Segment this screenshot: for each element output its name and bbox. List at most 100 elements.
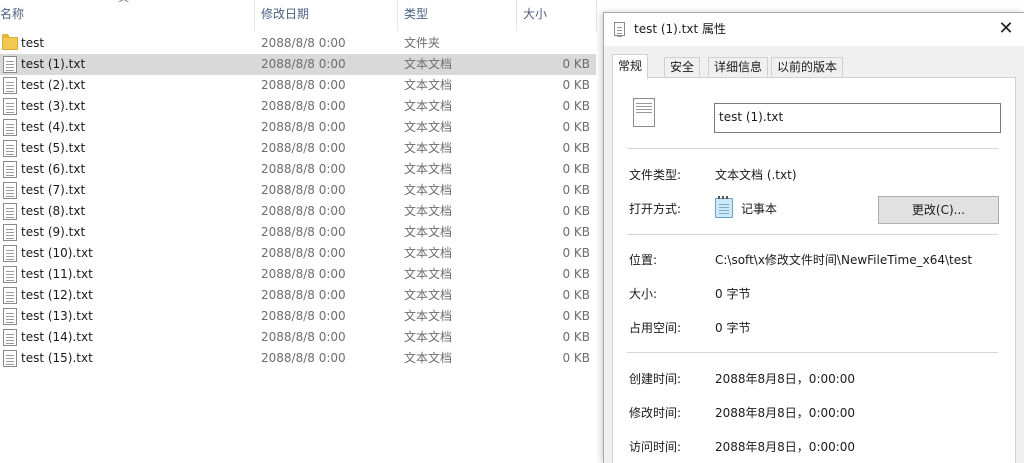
file-explorer-list: 名称 ^ 修改日期 类型 大小 test 2088/8/8 0:00 文件夹 test… xyxy=(0,0,600,463)
file-type: 文本文档 xyxy=(404,183,453,197)
file-type: 文本文档 xyxy=(404,309,453,323)
folder-icon xyxy=(2,34,18,50)
text-file-icon xyxy=(3,140,17,157)
file-row[interactable]: test (7).txt 2088/8/8 0:00 文本文档 0 KB xyxy=(0,180,600,201)
file-type: 文件夹 xyxy=(404,36,441,50)
file-name: test (8).txt xyxy=(21,204,86,218)
text-file-icon xyxy=(3,161,17,178)
column-header-date[interactable]: 修改日期 xyxy=(255,0,398,31)
tab-previous-versions[interactable]: 以前的版本 xyxy=(771,57,844,78)
file-date: 2088/8/8 0:00 xyxy=(261,183,346,197)
file-name: test (5).txt xyxy=(21,141,86,155)
column-header-size[interactable]: 大小 xyxy=(517,0,597,31)
file-type: 文本文档 xyxy=(404,78,453,92)
file-size: 0 KB xyxy=(562,288,590,302)
file-type-value: 文本文档 (.txt) xyxy=(715,168,797,182)
file-date: 2088/8/8 0:00 xyxy=(261,120,346,134)
text-file-icon xyxy=(3,119,17,136)
file-row[interactable]: test 2088/8/8 0:00 文件夹 xyxy=(0,33,600,54)
file-date: 2088/8/8 0:00 xyxy=(261,78,346,92)
file-size: 0 KB xyxy=(562,225,590,239)
divider xyxy=(627,148,998,149)
file-date: 2088/8/8 0:00 xyxy=(261,288,346,302)
text-file-icon xyxy=(3,266,17,283)
file-row[interactable]: test (13).txt 2088/8/8 0:00 文本文档 0 KB xyxy=(0,306,600,327)
file-size: 0 KB xyxy=(562,162,590,176)
file-date: 2088/8/8 0:00 xyxy=(261,246,346,260)
disk-size-label: 占用空间: xyxy=(629,321,682,335)
sort-ascending-icon: ^ xyxy=(116,0,131,10)
file-date: 2088/8/8 0:00 xyxy=(261,267,346,281)
file-size: 0 KB xyxy=(562,267,590,281)
file-date: 2088/8/8 0:00 xyxy=(261,141,346,155)
dialog-titlebar[interactable]: test (1).txt 属性 ✕ xyxy=(604,13,1024,46)
text-file-icon xyxy=(3,98,17,115)
filename-input[interactable]: test (1).txt xyxy=(714,103,1001,133)
file-name: test (13).txt xyxy=(21,309,93,323)
created-label: 创建时间: xyxy=(629,372,682,386)
text-file-icon xyxy=(614,22,625,36)
file-type: 文本文档 xyxy=(404,267,453,281)
file-date: 2088/8/8 0:00 xyxy=(261,99,346,113)
column-header-type[interactable]: 类型 xyxy=(398,0,516,31)
file-type: 文本文档 xyxy=(404,162,453,176)
text-file-icon xyxy=(3,329,17,346)
file-list: test 2088/8/8 0:00 文件夹 test (1).txt 2088/8/8… xyxy=(0,33,600,369)
open-with-value: 记事本 xyxy=(741,202,778,216)
text-file-icon xyxy=(3,77,17,94)
close-icon[interactable]: ✕ xyxy=(996,19,1016,39)
text-file-icon xyxy=(3,287,17,304)
file-row[interactable]: test (4).txt 2088/8/8 0:00 文本文档 0 KB xyxy=(0,117,600,138)
file-type-label: 文件类型: xyxy=(629,168,682,182)
file-type: 文本文档 xyxy=(404,57,453,71)
file-row[interactable]: test (14).txt 2088/8/8 0:00 文本文档 0 KB xyxy=(0,327,600,348)
accessed-label: 访问时间: xyxy=(629,440,682,454)
divider xyxy=(627,234,998,235)
file-row[interactable]: test (12).txt 2088/8/8 0:00 文本文档 0 KB xyxy=(0,285,600,306)
notepad-icon xyxy=(715,196,733,218)
change-button[interactable]: 更改(C)... xyxy=(878,196,999,224)
file-row[interactable]: test (3).txt 2088/8/8 0:00 文本文档 0 KB xyxy=(0,96,600,117)
accessed-value: 2088年8月8日，0:00:00 xyxy=(715,440,856,454)
file-type: 文本文档 xyxy=(404,99,453,113)
file-row[interactable]: test (6).txt 2088/8/8 0:00 文本文档 0 KB xyxy=(0,159,600,180)
file-type: 文本文档 xyxy=(404,204,453,218)
location-label: 位置: xyxy=(629,253,658,267)
file-size: 0 KB xyxy=(562,183,590,197)
file-row[interactable]: test (2).txt 2088/8/8 0:00 文本文档 0 KB xyxy=(0,75,600,96)
tab-details[interactable]: 详细信息 xyxy=(708,57,769,78)
file-size: 0 KB xyxy=(562,204,590,218)
file-row[interactable]: test (10).txt 2088/8/8 0:00 文本文档 0 KB xyxy=(0,243,600,264)
text-file-icon xyxy=(3,245,17,262)
file-size: 0 KB xyxy=(562,246,590,260)
text-file-icon xyxy=(3,56,17,73)
file-type: 文本文档 xyxy=(404,120,453,134)
file-row[interactable]: test (9).txt 2088/8/8 0:00 文本文档 0 KB xyxy=(0,222,600,243)
file-name: test (12).txt xyxy=(21,288,93,302)
file-type: 文本文档 xyxy=(404,225,453,239)
column-divider[interactable] xyxy=(596,0,597,31)
file-row[interactable]: test (11).txt 2088/8/8 0:00 文本文档 0 KB xyxy=(0,264,600,285)
file-size: 0 KB xyxy=(562,120,590,134)
text-file-icon xyxy=(3,224,17,241)
file-size: 0 KB xyxy=(562,57,590,71)
file-row[interactable]: test (1).txt 2088/8/8 0:00 文本文档 0 KB xyxy=(0,54,596,75)
file-row[interactable]: test (8).txt 2088/8/8 0:00 文本文档 0 KB xyxy=(0,201,600,222)
properties-dialog: test (1).txt 属性 ✕ 常规 安全 详细信息 以前的版本 test … xyxy=(603,12,1024,463)
file-name: test (6).txt xyxy=(21,162,86,176)
file-row[interactable]: test (15).txt 2088/8/8 0:00 文本文档 0 KB xyxy=(0,348,600,369)
file-name: test (1).txt xyxy=(21,57,86,71)
tab-general[interactable]: 常规 xyxy=(612,54,649,79)
disk-size-value: 0 字节 xyxy=(715,321,751,335)
file-row[interactable]: test (5).txt 2088/8/8 0:00 文本文档 0 KB xyxy=(0,138,600,159)
tab-security[interactable]: 安全 xyxy=(664,57,701,78)
file-name: test (3).txt xyxy=(21,99,86,113)
file-date: 2088/8/8 0:00 xyxy=(261,351,346,365)
file-name: test (15).txt xyxy=(21,351,93,365)
file-size: 0 KB xyxy=(562,78,590,92)
file-type: 文本文档 xyxy=(404,288,453,302)
file-date: 2088/8/8 0:00 xyxy=(261,57,346,71)
size-label: 大小: xyxy=(629,287,658,301)
open-with-label: 打开方式: xyxy=(629,202,682,216)
file-size: 0 KB xyxy=(562,141,590,155)
